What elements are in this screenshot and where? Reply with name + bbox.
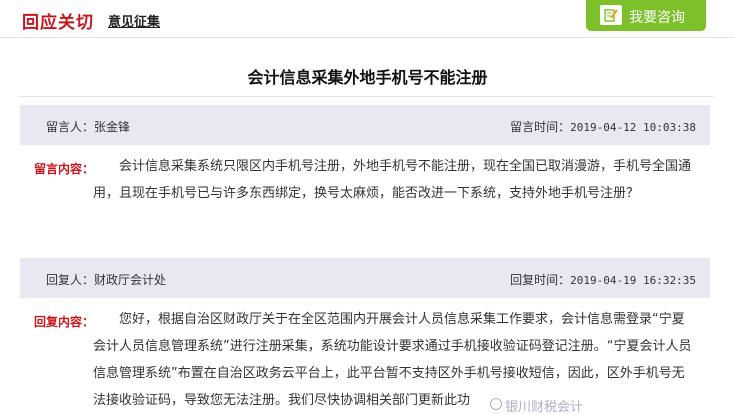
reply-content: 您好，根据自治区财政厅关于在全区范围内开展会计人员信息采集工作要求，会计信息需登… xyxy=(93,312,692,408)
reply-info-bar: 回复人：财政厅会计处 回复时间：2019-04-19 16:32:35 xyxy=(20,258,710,298)
reply-content-label: 回复内容： xyxy=(34,315,95,329)
message-time-label: 留言时间： xyxy=(510,120,571,134)
page-title: 会计信息采集外地手机号不能注册 xyxy=(247,68,488,87)
message-author-name: 张金锋 xyxy=(94,120,131,134)
message-time-value: 2019-04-12 10:03:38 xyxy=(570,121,696,134)
message-time: 留言时间：2019-04-12 10:03:38 xyxy=(510,118,696,135)
reply-time-value: 2019-04-19 16:32:35 xyxy=(570,274,696,287)
consult-button[interactable]: 我要咨询 xyxy=(586,0,706,31)
reply-time-label: 回复时间： xyxy=(510,273,571,287)
reply-time: 回复时间：2019-04-19 16:32:35 xyxy=(510,271,696,288)
watermark-icon xyxy=(490,398,502,410)
title-divider xyxy=(18,96,714,97)
consult-button-label: 我要咨询 xyxy=(629,10,685,26)
message-content: 会计信息采集系统只限区内手机号注册，外地手机号不能注册，现在全国已取消漫游，手机… xyxy=(93,159,692,201)
message-info-bar: 留言人：张金锋 留言时间：2019-04-12 10:03:38 xyxy=(20,105,710,145)
watermark-text: 银川财税会计 xyxy=(505,400,584,415)
edit-note-icon xyxy=(600,5,622,25)
reply-author-name: 财政厅会计处 xyxy=(94,273,167,287)
reply-author: 回复人：财政厅会计处 xyxy=(46,271,166,288)
message-author-label: 留言人： xyxy=(46,120,95,134)
brand-logo-text[interactable]: 回应关切 xyxy=(22,8,94,33)
top-navigation-bar: 回应关切 意见征集 我要咨询 xyxy=(0,0,735,38)
message-author: 留言人：张金锋 xyxy=(46,118,130,135)
reply-author-label: 回复人： xyxy=(46,273,95,287)
section-link-opinion-collection[interactable]: 意见征集 xyxy=(108,11,160,30)
message-content-label: 留言内容： xyxy=(34,162,95,176)
